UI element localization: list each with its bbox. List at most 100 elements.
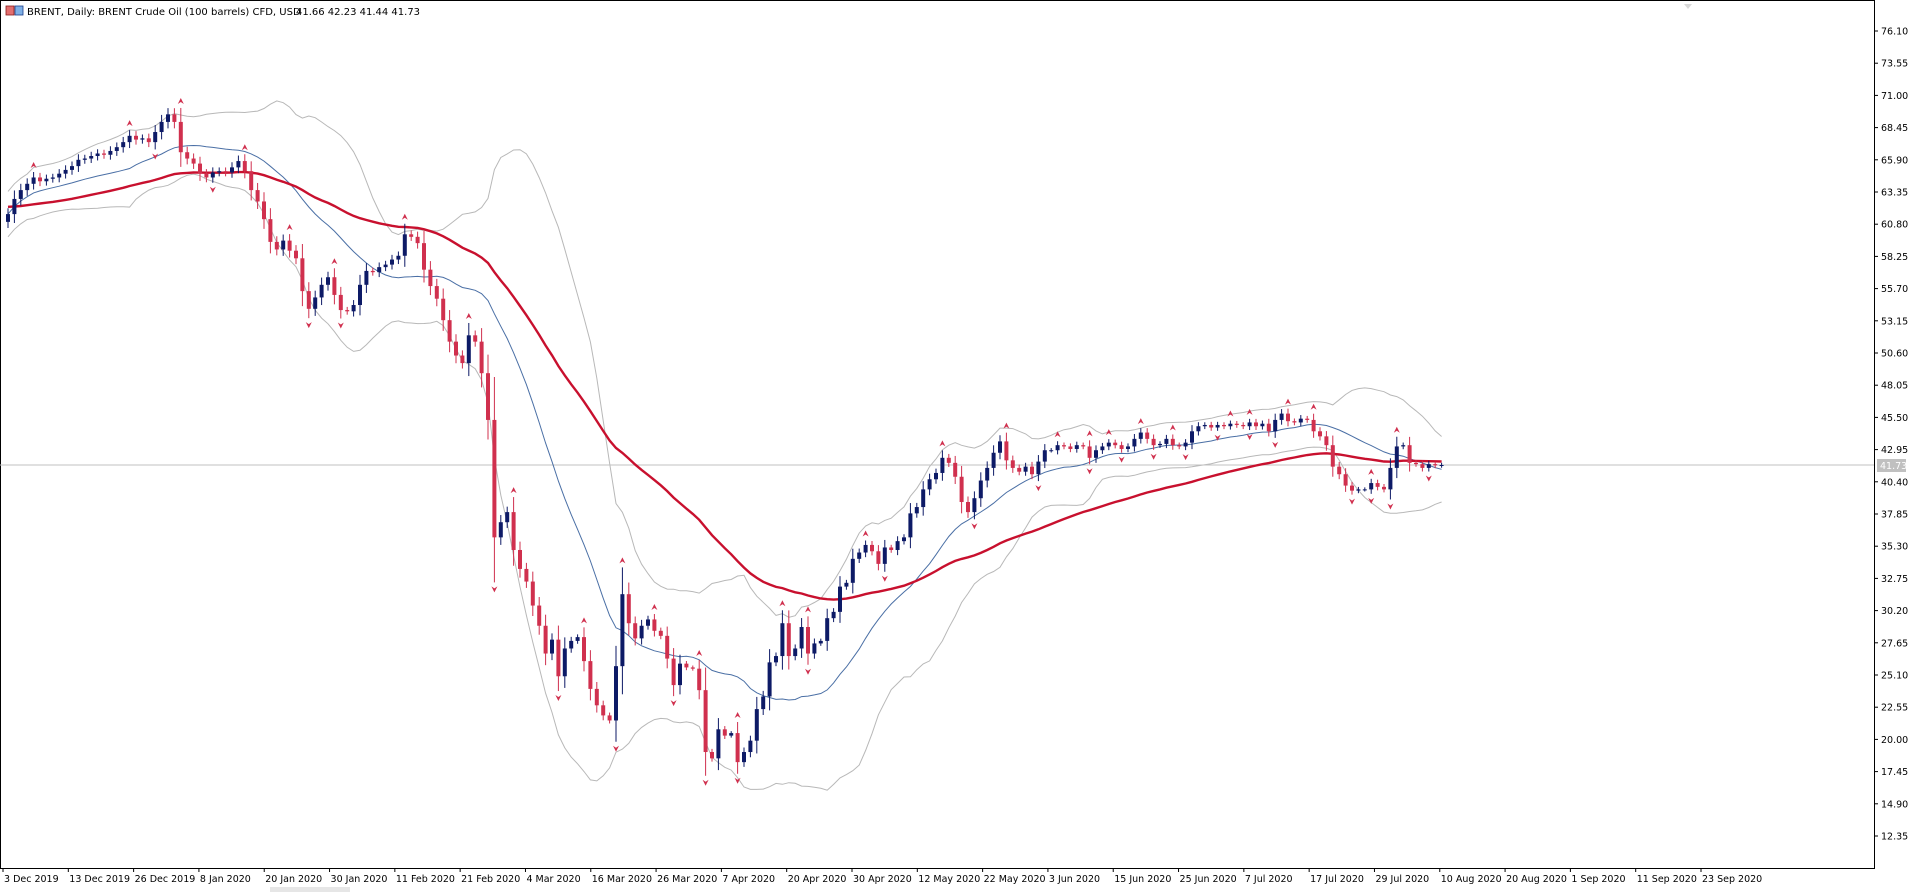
candle-body (1170, 438, 1175, 446)
x-tick-label: 11 Feb 2020 (396, 874, 455, 885)
candle-body (358, 284, 362, 306)
candle-body (793, 648, 798, 657)
candle-body (1036, 461, 1041, 475)
candle-body (434, 286, 439, 299)
chart-window[interactable]: 76.10 73.55 71.00 68.45 65.90 63.35 60.80 58.25… (0, 0, 1917, 892)
candle-body (268, 219, 273, 242)
y-tick-label: 71.00 (1881, 91, 1908, 102)
y-tick-label: 30.20 (1881, 606, 1908, 617)
candle-body (1215, 424, 1220, 428)
candle-body (210, 172, 215, 178)
candle-body (671, 658, 676, 686)
candle-body (799, 627, 804, 649)
candle-body (364, 270, 369, 285)
candle-body (735, 733, 740, 763)
x-tick-label: 23 Sep 2020 (1702, 874, 1762, 885)
y-tick-label: 25.10 (1881, 671, 1908, 682)
candle-body (76, 159, 81, 167)
candle-body (287, 240, 292, 251)
candle-body (1087, 446, 1092, 458)
candle-body (1158, 443, 1162, 446)
candle-body (6, 214, 10, 222)
candle-body (294, 250, 298, 259)
candle-body (569, 640, 574, 649)
candle-body (319, 284, 324, 298)
candle-body (665, 635, 670, 659)
candle-body (1401, 445, 1406, 447)
candle-body (767, 662, 772, 697)
candle-body (1298, 418, 1303, 423)
candle-body (1010, 460, 1015, 468)
candle-body (1042, 450, 1047, 462)
candle-body (172, 114, 177, 122)
candle-body (1055, 445, 1060, 451)
candle-body (998, 441, 1002, 453)
y-tick-label: 63.35 (1881, 188, 1908, 199)
y-tick-label: 73.55 (1881, 59, 1908, 70)
candle-body (1382, 486, 1386, 490)
candle-body (530, 581, 535, 606)
candle-body (274, 241, 279, 250)
candle-body (178, 121, 183, 153)
candle-body (63, 169, 68, 174)
x-tick-label: 29 Jul 2020 (1375, 874, 1429, 885)
y-tick-label: 17.45 (1881, 767, 1908, 778)
candle-body (1183, 442, 1188, 447)
y-tick-label: 40.40 (1881, 477, 1908, 488)
candle-body (1094, 450, 1098, 458)
chart-header: BRENT, Daily: BRENT Crude Oil (100 barre… (5, 5, 420, 18)
candle-body (326, 277, 330, 285)
candle-body (1190, 431, 1194, 443)
candle-body (1030, 466, 1034, 475)
x-tick-label: 20 Apr 2020 (788, 874, 847, 885)
candle-body (1202, 424, 1207, 427)
y-tick-label: 12.35 (1881, 832, 1908, 843)
candle-body (313, 297, 318, 309)
candle-body (646, 619, 650, 626)
candle-body (518, 549, 522, 569)
x-tick-label: 22 May 2020 (984, 874, 1046, 885)
candle-body (614, 666, 618, 721)
candle-body (396, 255, 401, 260)
candle-body (1062, 445, 1066, 447)
x-tick-label: 3 Jun 2020 (1049, 874, 1100, 885)
candle-body (121, 142, 126, 148)
candle-body (255, 190, 260, 202)
candle-body (1068, 446, 1073, 449)
candle-body (812, 643, 817, 654)
candle-body (1145, 432, 1150, 439)
y-tick-label: 35.30 (1881, 542, 1908, 553)
candle-body (1426, 464, 1431, 468)
candle-body (466, 335, 471, 364)
candle-body (1388, 467, 1393, 490)
candle-body (946, 457, 951, 463)
candle-body (774, 656, 778, 663)
candle-body (1260, 423, 1265, 427)
candle-body (1222, 424, 1226, 427)
candle-body (537, 605, 542, 626)
candle-body (895, 541, 900, 550)
candle-body (716, 729, 721, 759)
candle-body (95, 153, 100, 157)
candle-body (588, 661, 593, 689)
candle-body (1273, 419, 1278, 432)
candle-body (1420, 464, 1425, 468)
candle-body (422, 243, 426, 270)
candle-body (1241, 424, 1246, 427)
candle-body (31, 177, 36, 184)
candle-body (633, 623, 638, 639)
candle-body (1113, 442, 1118, 446)
candle-body (818, 640, 823, 644)
y-tick-label: 55.70 (1881, 284, 1908, 295)
y-tick-label: 65.90 (1881, 155, 1908, 166)
candle-body (223, 171, 228, 173)
horizontal-scrollbar[interactable] (270, 887, 350, 892)
candle-body (236, 161, 241, 168)
candle-body (1330, 445, 1335, 467)
candle-body (1151, 438, 1156, 446)
candle-body (902, 537, 906, 542)
candle-body (1362, 489, 1367, 491)
y-tick-label: 68.45 (1881, 123, 1908, 134)
price-chart[interactable]: 76.10 73.55 71.00 68.45 65.90 63.35 60.80 58.25… (0, 0, 1917, 892)
candle-body (12, 198, 17, 215)
